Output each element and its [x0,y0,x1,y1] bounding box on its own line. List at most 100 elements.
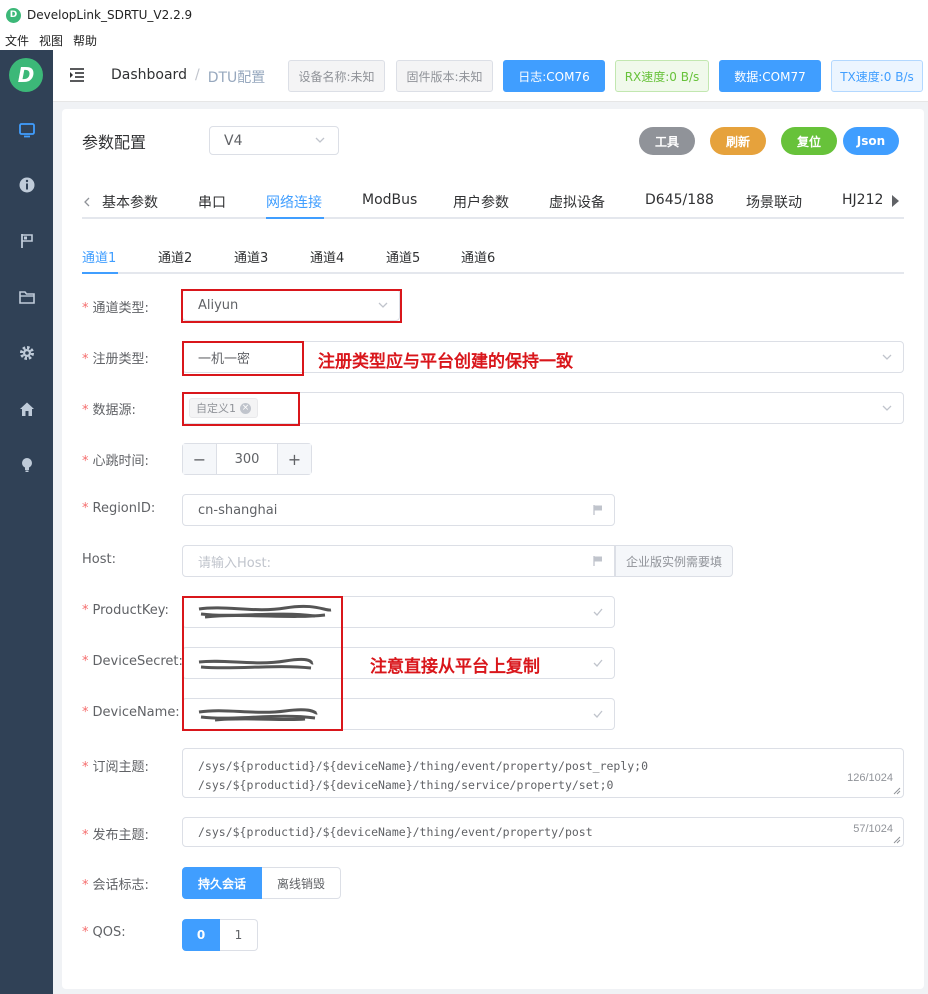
session-offline-destroy-button[interactable]: 离线销毁 [262,867,341,899]
highlight-register-type [182,341,304,376]
device-name-label: * DeviceName: [82,705,180,720]
host-input[interactable]: 请输入Host: [182,545,615,577]
flag-icon [593,505,602,515]
publish-topic-value: /sys/${productid}/${deviceName}/thing/ev… [198,825,593,839]
menu-toggle-icon[interactable] [68,66,86,84]
tx-speed-badge: TX速度:0 B/s [831,60,923,92]
tab-d645[interactable]: D645/188 [645,192,714,208]
tab-network[interactable]: 网络连接 [266,192,322,212]
subscribe-topic-line-1: /sys/${productid}/${deviceName}/thing/ev… [198,759,649,773]
title-bar: D DevelopLink_SDRTU_V2.2.9 [0,0,928,30]
tab-channel-5[interactable]: 通道5 [386,247,420,266]
tab-serial[interactable]: 串口 [198,192,226,212]
window-title: DevelopLink_SDRTU_V2.2.9 [27,8,193,22]
top-header: Dashboard / DTU配置 设备名称:未知 固件版本:未知 日志:COM… [53,50,928,102]
refresh-button[interactable]: 刷新 [710,127,766,155]
copy-note: 注意直接从平台上复制 [370,657,540,677]
log-port-button[interactable]: 日志:COM76 [503,60,605,92]
product-key-label: * ProductKey: [82,603,169,618]
reset-button[interactable]: 复位 [781,127,837,155]
check-icon [593,608,603,616]
host-label: Host: [82,552,116,567]
menu-view[interactable]: 视图 [39,32,63,49]
chevron-down-icon [882,405,892,411]
subscribe-topic-label: * 订阅主题: [82,760,149,775]
breadcrumb: Dashboard / DTU配置 [111,67,265,87]
version-select[interactable]: V4 [209,126,339,155]
resize-handle-icon[interactable] [893,787,901,795]
json-button[interactable]: Json [843,127,899,155]
tab-basic[interactable]: 基本参数 [102,192,158,212]
register-type-label: * 注册类型: [82,352,149,367]
tab-modbus[interactable]: ModBus [362,192,417,208]
breadcrumb-current: DTU配置 [207,70,266,86]
qos-group: 0 1 [182,919,258,951]
sidebar-logo[interactable]: D [9,58,43,92]
highlight-channel-type [181,289,402,323]
rx-speed-badge: RX速度:0 B/s [615,60,709,92]
subscribe-topic-textarea[interactable]: /sys/${productid}/${deviceName}/thing/ev… [182,748,904,798]
tab-user-params[interactable]: 用户参数 [453,192,509,212]
chevron-left-icon[interactable] [82,197,92,207]
publish-topic-textarea[interactable]: /sys/${productid}/${deviceName}/thing/ev… [182,817,904,847]
check-icon [593,659,603,667]
chevron-down-icon [882,354,892,360]
qos-0-button[interactable]: 0 [182,919,220,951]
card-title: 参数配置 [82,133,147,152]
breadcrumb-home[interactable]: Dashboard [111,67,187,87]
plus-button[interactable]: + [278,444,311,474]
channel-type-label: * 通道类型: [82,301,149,316]
main-tabs: 基本参数 串口 网络连接 ModBus 用户参数 虚拟设备 D645/188 场… [82,185,904,219]
home-icon[interactable] [17,399,37,419]
bulb-icon[interactable] [17,455,37,475]
tab-channel-1[interactable]: 通道1 [82,247,116,266]
gear-icon[interactable] [17,343,37,363]
tab-channel-3[interactable]: 通道3 [234,247,268,266]
tab-hj212[interactable]: HJ212 [842,192,883,208]
qos-label: * QOS: [82,925,126,940]
host-append-note: 企业版实例需要填 [615,545,733,577]
tab-channel-6[interactable]: 通道6 [461,247,495,266]
config-card: 参数配置 V4 工具 刷新 复位 Json 基本参数 串口 网络连接 ModBu… [62,109,924,989]
heartbeat-input[interactable]: 300 [216,444,278,474]
tool-button[interactable]: 工具 [639,127,695,155]
datasource-label: * 数据源: [82,403,136,418]
flag-icon [593,556,602,566]
host-placeholder: 请输入Host: [198,555,271,571]
register-type-note: 注册类型应与平台创建的保持一致 [318,352,573,372]
caret-right-icon[interactable] [890,194,900,208]
region-id-value: cn-shanghai [198,502,278,518]
channel-tabs: 通道1 通道2 通道3 通道4 通道5 通道6 [82,239,904,274]
tab-channel-4[interactable]: 通道4 [310,247,344,266]
menu-file[interactable]: 文件 [5,32,29,49]
flag-icon[interactable] [17,231,37,251]
tab-channel-2[interactable]: 通道2 [158,247,192,266]
folder-icon[interactable] [17,287,37,307]
subscribe-char-count: 126/1024 [847,772,893,784]
session-persistent-button[interactable]: 持久会话 [182,867,262,899]
tab-scene[interactable]: 场景联动 [746,192,802,212]
data-port-button[interactable]: 数据:COM77 [719,60,821,92]
monitor-icon[interactable] [17,120,37,140]
highlight-credentials [182,596,343,731]
minus-button[interactable]: − [183,444,216,474]
resize-handle-icon[interactable] [893,836,901,844]
chevron-down-icon [315,137,325,143]
menu-help[interactable]: 帮助 [73,32,97,49]
check-icon [593,710,603,718]
heartbeat-label: * 心跳时间: [82,454,149,469]
publish-topic-label: * 发布主题: [82,828,149,843]
device-name-button[interactable]: 设备名称:未知 [288,60,385,92]
version-select-value: V4 [224,132,243,149]
qos-1-button[interactable]: 1 [220,919,258,951]
breadcrumb-separator: / [194,67,200,83]
region-id-input[interactable]: cn-shanghai [182,494,615,526]
subscribe-topic-line-2: /sys/${productid}/${deviceName}/thing/se… [198,778,614,792]
sidebar: D [0,50,53,994]
tab-virtual-device[interactable]: 虚拟设备 [549,192,605,212]
tab-active-indicator [266,217,324,219]
info-icon[interactable] [17,175,37,195]
session-flag-label: * 会话标志: [82,878,149,893]
firmware-version-button[interactable]: 固件版本:未知 [396,60,493,92]
app-logo-icon: D [6,7,21,23]
